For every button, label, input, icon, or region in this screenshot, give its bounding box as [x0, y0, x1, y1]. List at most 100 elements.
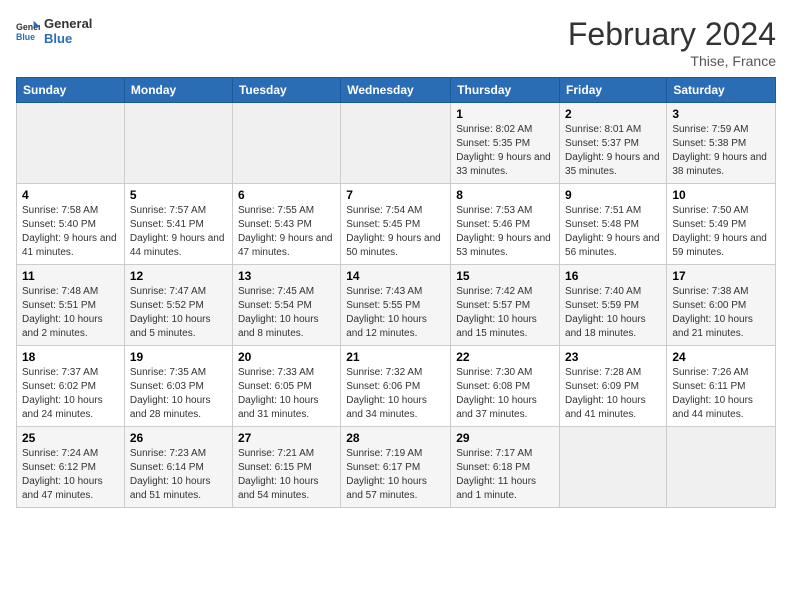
day-number: 28 [346, 431, 445, 445]
calendar-cell [17, 103, 125, 184]
day-number: 8 [456, 188, 554, 202]
calendar-cell: 27 Sunrise: 7:21 AMSunset: 6:15 PMDayligh… [232, 427, 340, 508]
calendar-cell: 9 Sunrise: 7:51 AMSunset: 5:48 PMDaylight… [560, 184, 667, 265]
day-number: 3 [672, 107, 770, 121]
day-number: 5 [130, 188, 227, 202]
weekday-header-thursday: Thursday [451, 78, 560, 103]
calendar-cell: 19Sunrise: 7:35 AMSunset: 6:03 PMDayligh… [124, 346, 232, 427]
calendar-cell: 8 Sunrise: 7:53 AMSunset: 5:46 PMDaylight… [451, 184, 560, 265]
calendar-week-row: 25Sunrise: 7:24 AMSunset: 6:12 PMDayligh… [17, 427, 776, 508]
day-number: 4 [22, 188, 119, 202]
day-number: 18 [22, 350, 119, 364]
day-info: Sunrise: 7:26 AMSunset: 6:11 PMDaylight:… [672, 366, 770, 422]
calendar-cell: 17 Sunrise: 7:38 AMSunset: 6:00 PMDayligh… [667, 265, 776, 346]
calendar-cell: 6 Sunrise: 7:55 AMSunset: 5:43 PMDaylight… [232, 184, 340, 265]
day-info: Sunrise: 7:37 AMSunset: 6:02 PMDaylight:… [22, 366, 119, 422]
calendar-cell: 15Sunrise: 7:42 AMSunset: 5:57 PMDayligh… [451, 265, 560, 346]
weekday-header-friday: Friday [560, 78, 667, 103]
calendar-cell: 14 Sunrise: 7:43 AMSunset: 5:55 PMDayligh… [341, 265, 451, 346]
day-info: Sunrise: 7:54 AMSunset: 5:45 PMDaylight:… [346, 204, 445, 260]
calendar-cell [341, 103, 451, 184]
day-info: Sunrise: 7:32 AMSunset: 6:06 PMDaylight:… [346, 366, 445, 422]
day-number: 1 [456, 107, 554, 121]
day-info: Sunrise: 7:21 AMSunset: 6:15 PMDaylight:… [238, 447, 335, 503]
weekday-header-saturday: Saturday [667, 78, 776, 103]
day-number: 2 [565, 107, 661, 121]
day-number: 24 [672, 350, 770, 364]
calendar-cell: 12Sunrise: 7:47 AMSunset: 5:52 PMDayligh… [124, 265, 232, 346]
calendar-header: SundayMondayTuesdayWednesdayThursdayFrid… [17, 78, 776, 103]
day-info: Sunrise: 7:53 AMSunset: 5:46 PMDaylight:… [456, 204, 554, 260]
day-number: 21 [346, 350, 445, 364]
logo-blue: Blue [44, 31, 92, 46]
page-header: General Blue General Blue February 2024 … [16, 16, 776, 69]
svg-text:Blue: Blue [16, 32, 35, 42]
day-info: Sunrise: 7:59 AMSunset: 5:38 PMDaylight:… [672, 123, 770, 179]
day-number: 6 [238, 188, 335, 202]
calendar-cell [124, 103, 232, 184]
day-info: Sunrise: 7:40 AMSunset: 5:59 PMDaylight:… [565, 285, 661, 341]
calendar-cell: 25Sunrise: 7:24 AMSunset: 6:12 PMDayligh… [17, 427, 125, 508]
day-number: 19 [130, 350, 227, 364]
day-info: Sunrise: 7:57 AMSunset: 5:41 PMDaylight:… [130, 204, 227, 260]
calendar-cell: 20Sunrise: 7:33 AMSunset: 6:05 PMDayligh… [232, 346, 340, 427]
day-number: 27 [238, 431, 335, 445]
calendar-week-row: 1 Sunrise: 8:02 AMSunset: 5:35 PMDaylight… [17, 103, 776, 184]
weekday-header-tuesday: Tuesday [232, 78, 340, 103]
day-number: 16 [565, 269, 661, 283]
calendar-cell: 13 Sunrise: 7:45 AMSunset: 5:54 PMDayligh… [232, 265, 340, 346]
day-info: Sunrise: 7:58 AMSunset: 5:40 PMDaylight:… [22, 204, 119, 260]
calendar-cell: 2 Sunrise: 8:01 AMSunset: 5:37 PMDaylight… [560, 103, 667, 184]
weekday-header-wednesday: Wednesday [341, 78, 451, 103]
calendar-cell: 1 Sunrise: 8:02 AMSunset: 5:35 PMDaylight… [451, 103, 560, 184]
day-number: 22 [456, 350, 554, 364]
day-info: Sunrise: 7:50 AMSunset: 5:49 PMDaylight:… [672, 204, 770, 260]
day-number: 14 [346, 269, 445, 283]
calendar-table: SundayMondayTuesdayWednesdayThursdayFrid… [16, 77, 776, 508]
calendar-cell: 28 Sunrise: 7:19 AMSunset: 6:17 PMDayligh… [341, 427, 451, 508]
day-info: Sunrise: 7:51 AMSunset: 5:48 PMDaylight:… [565, 204, 661, 260]
day-number: 13 [238, 269, 335, 283]
day-info: Sunrise: 7:30 AMSunset: 6:08 PMDaylight:… [456, 366, 554, 422]
day-info: Sunrise: 8:02 AMSunset: 5:35 PMDaylight:… [456, 123, 554, 179]
calendar-week-row: 18 Sunrise: 7:37 AMSunset: 6:02 PMDayligh… [17, 346, 776, 427]
calendar-week-row: 11 Sunrise: 7:48 AMSunset: 5:51 PMDayligh… [17, 265, 776, 346]
calendar-body: 1 Sunrise: 8:02 AMSunset: 5:35 PMDaylight… [17, 103, 776, 508]
calendar-cell [667, 427, 776, 508]
day-number: 7 [346, 188, 445, 202]
title-area: February 2024 Thise, France [568, 16, 776, 69]
day-info: Sunrise: 7:43 AMSunset: 5:55 PMDaylight:… [346, 285, 445, 341]
calendar-cell: 24 Sunrise: 7:26 AMSunset: 6:11 PMDayligh… [667, 346, 776, 427]
day-number: 11 [22, 269, 119, 283]
day-info: Sunrise: 7:17 AMSunset: 6:18 PMDaylight:… [456, 447, 554, 503]
day-number: 26 [130, 431, 227, 445]
calendar-cell: 11 Sunrise: 7:48 AMSunset: 5:51 PMDayligh… [17, 265, 125, 346]
calendar-cell: 21 Sunrise: 7:32 AMSunset: 6:06 PMDayligh… [341, 346, 451, 427]
day-number: 9 [565, 188, 661, 202]
day-info: Sunrise: 7:47 AMSunset: 5:52 PMDaylight:… [130, 285, 227, 341]
calendar-cell: 18 Sunrise: 7:37 AMSunset: 6:02 PMDayligh… [17, 346, 125, 427]
logo: General Blue General Blue [16, 16, 92, 46]
day-number: 17 [672, 269, 770, 283]
calendar-cell: 7 Sunrise: 7:54 AMSunset: 5:45 PMDaylight… [341, 184, 451, 265]
day-number: 10 [672, 188, 770, 202]
location-label: Thise, France [568, 53, 776, 69]
calendar-cell [560, 427, 667, 508]
month-title: February 2024 [568, 16, 776, 53]
day-info: Sunrise: 8:01 AMSunset: 5:37 PMDaylight:… [565, 123, 661, 179]
day-info: Sunrise: 7:38 AMSunset: 6:00 PMDaylight:… [672, 285, 770, 341]
calendar-cell: 22 Sunrise: 7:30 AMSunset: 6:08 PMDayligh… [451, 346, 560, 427]
calendar-cell [232, 103, 340, 184]
day-info: Sunrise: 7:48 AMSunset: 5:51 PMDaylight:… [22, 285, 119, 341]
day-number: 15 [456, 269, 554, 283]
calendar-cell: 26Sunrise: 7:23 AMSunset: 6:14 PMDayligh… [124, 427, 232, 508]
logo-icon: General Blue [16, 19, 40, 43]
day-info: Sunrise: 7:45 AMSunset: 5:54 PMDaylight:… [238, 285, 335, 341]
weekday-header-sunday: Sunday [17, 78, 125, 103]
weekday-header-monday: Monday [124, 78, 232, 103]
calendar-cell: 5 Sunrise: 7:57 AMSunset: 5:41 PMDaylight… [124, 184, 232, 265]
day-info: Sunrise: 7:19 AMSunset: 6:17 PMDaylight:… [346, 447, 445, 503]
day-number: 25 [22, 431, 119, 445]
logo-general: General [44, 16, 92, 31]
day-info: Sunrise: 7:55 AMSunset: 5:43 PMDaylight:… [238, 204, 335, 260]
